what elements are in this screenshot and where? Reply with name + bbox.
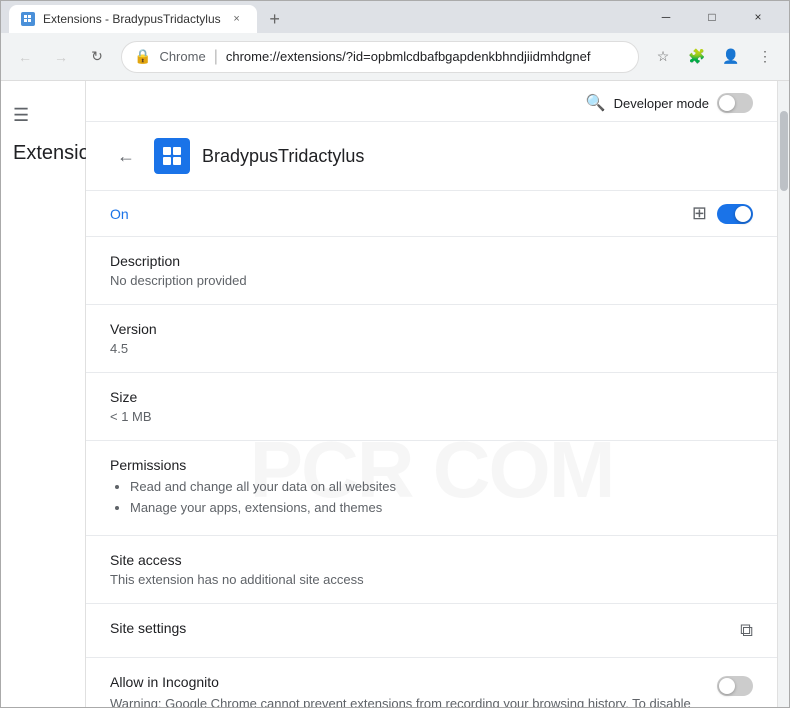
developer-mode-label: Developer mode bbox=[614, 96, 709, 111]
site-settings-label: Site settings bbox=[110, 620, 186, 636]
grid-icon[interactable]: ⊞ bbox=[692, 203, 707, 224]
description-label: Description bbox=[110, 253, 753, 269]
extension-toggle[interactable] bbox=[717, 204, 753, 224]
extension-name: BradypusTridactylus bbox=[202, 146, 364, 167]
incognito-toggle[interactable] bbox=[717, 676, 753, 696]
site-access-section: Site access This extension has no additi… bbox=[86, 536, 777, 604]
profile-icon[interactable]: 👤 bbox=[715, 41, 747, 73]
external-link-icon[interactable]: ⧉ bbox=[740, 620, 753, 641]
browser-window: Extensions - BradypusTridactylus × + ─ □… bbox=[0, 0, 790, 708]
maximize-button[interactable]: □ bbox=[689, 1, 735, 33]
scrollbar[interactable] bbox=[777, 81, 789, 707]
page-header: 🔍 Developer mode bbox=[86, 81, 777, 122]
address-url: chrome://extensions/?id=opbmlcdbafbgapde… bbox=[226, 49, 626, 64]
chrome-label: Chrome bbox=[159, 49, 205, 64]
search-icon[interactable]: 🔍 bbox=[586, 93, 606, 113]
tab-close-button[interactable]: × bbox=[229, 11, 245, 27]
sidebar-title: Extensions bbox=[1, 134, 85, 173]
nav-actions: ☆ 🧩 👤 ⋮ bbox=[647, 41, 781, 73]
sidebar-toggle[interactable]: ☰ bbox=[1, 97, 85, 134]
window-controls: ─ □ × bbox=[643, 1, 781, 33]
version-section: Version 4.5 bbox=[86, 305, 777, 373]
site-settings-row[interactable]: Site settings ⧉ bbox=[86, 604, 777, 658]
address-separator: | bbox=[214, 48, 218, 66]
main-content: 🔍 Developer mode PCR COM ← bbox=[86, 81, 777, 707]
content-area: PCR COM ← BradypusTridactylus bbox=[86, 122, 777, 707]
refresh-icon: ↻ bbox=[91, 48, 103, 65]
tab-title: Extensions - BradypusTridactylus bbox=[43, 12, 221, 26]
toggle-right: ⊞ bbox=[692, 203, 753, 224]
ext-back-button[interactable]: ← bbox=[110, 140, 142, 172]
extensions-icon[interactable]: 🧩 bbox=[681, 41, 713, 73]
site-access-value: This extension has no additional site ac… bbox=[110, 572, 753, 587]
bookmark-icon[interactable]: ☆ bbox=[647, 41, 679, 73]
permission-item-1: Read and change all your data on all web… bbox=[130, 477, 753, 498]
toggle-knob bbox=[735, 206, 751, 222]
browser-body: ☰ Extensions 🔍 Developer mode PCR COM bbox=[1, 81, 789, 707]
menu-icon[interactable]: ⋮ bbox=[749, 41, 781, 73]
size-value: < 1 MB bbox=[110, 409, 753, 424]
permissions-list: Read and change all your data on all web… bbox=[130, 477, 753, 519]
permissions-label: Permissions bbox=[110, 457, 753, 473]
close-button[interactable]: × bbox=[735, 1, 781, 33]
active-tab[interactable]: Extensions - BradypusTridactylus × bbox=[9, 5, 257, 33]
minimize-button[interactable]: ─ bbox=[643, 1, 689, 33]
toggle-row: On ⊞ bbox=[86, 191, 777, 237]
tabs-container: Extensions - BradypusTridactylus × + bbox=[9, 1, 643, 33]
forward-icon: → bbox=[54, 49, 68, 65]
developer-mode-knob bbox=[719, 95, 735, 111]
description-section: Description No description provided bbox=[86, 237, 777, 305]
back-button[interactable]: ← bbox=[9, 41, 41, 73]
forward-button[interactable]: → bbox=[45, 41, 77, 73]
tab-favicon bbox=[21, 12, 35, 26]
security-icon: 🔒 bbox=[134, 48, 151, 65]
back-icon: ← bbox=[18, 49, 32, 65]
size-section: Size < 1 MB bbox=[86, 373, 777, 441]
new-tab-button[interactable]: + bbox=[261, 5, 289, 33]
scrollbar-thumb[interactable] bbox=[780, 111, 788, 191]
sidebar: ☰ Extensions bbox=[1, 81, 86, 707]
incognito-row: Allow in Incognito Warning: Google Chrom… bbox=[86, 658, 777, 707]
incognito-toggle-knob bbox=[719, 678, 735, 694]
developer-mode-toggle[interactable] bbox=[717, 93, 753, 113]
extension-icon bbox=[154, 138, 190, 174]
description-value: No description provided bbox=[110, 273, 753, 288]
size-label: Size bbox=[110, 389, 753, 405]
version-label: Version bbox=[110, 321, 753, 337]
incognito-text: Allow in Incognito Warning: Google Chrom… bbox=[110, 674, 701, 707]
site-access-label: Site access bbox=[110, 552, 753, 568]
permissions-section: Permissions Read and change all your dat… bbox=[86, 441, 777, 536]
title-bar: Extensions - BradypusTridactylus × + ─ □… bbox=[1, 1, 789, 33]
incognito-description: Warning: Google Chrome cannot prevent ex… bbox=[110, 694, 701, 707]
version-value: 4.5 bbox=[110, 341, 753, 356]
extension-header: ← BradypusTridactylus bbox=[86, 122, 777, 191]
permission-item-2: Manage your apps, extensions, and themes bbox=[130, 498, 753, 519]
address-bar[interactable]: 🔒 Chrome | chrome://extensions/?id=opbml… bbox=[121, 41, 639, 73]
refresh-button[interactable]: ↻ bbox=[81, 41, 113, 73]
incognito-header: Allow in Incognito Warning: Google Chrom… bbox=[110, 674, 753, 707]
incognito-label: Allow in Incognito bbox=[110, 674, 701, 690]
toggle-on-label: On bbox=[110, 206, 129, 222]
developer-mode-area: 🔍 Developer mode bbox=[578, 93, 761, 113]
navigation-bar: ← → ↻ 🔒 Chrome | chrome://extensions/?id… bbox=[1, 33, 789, 81]
